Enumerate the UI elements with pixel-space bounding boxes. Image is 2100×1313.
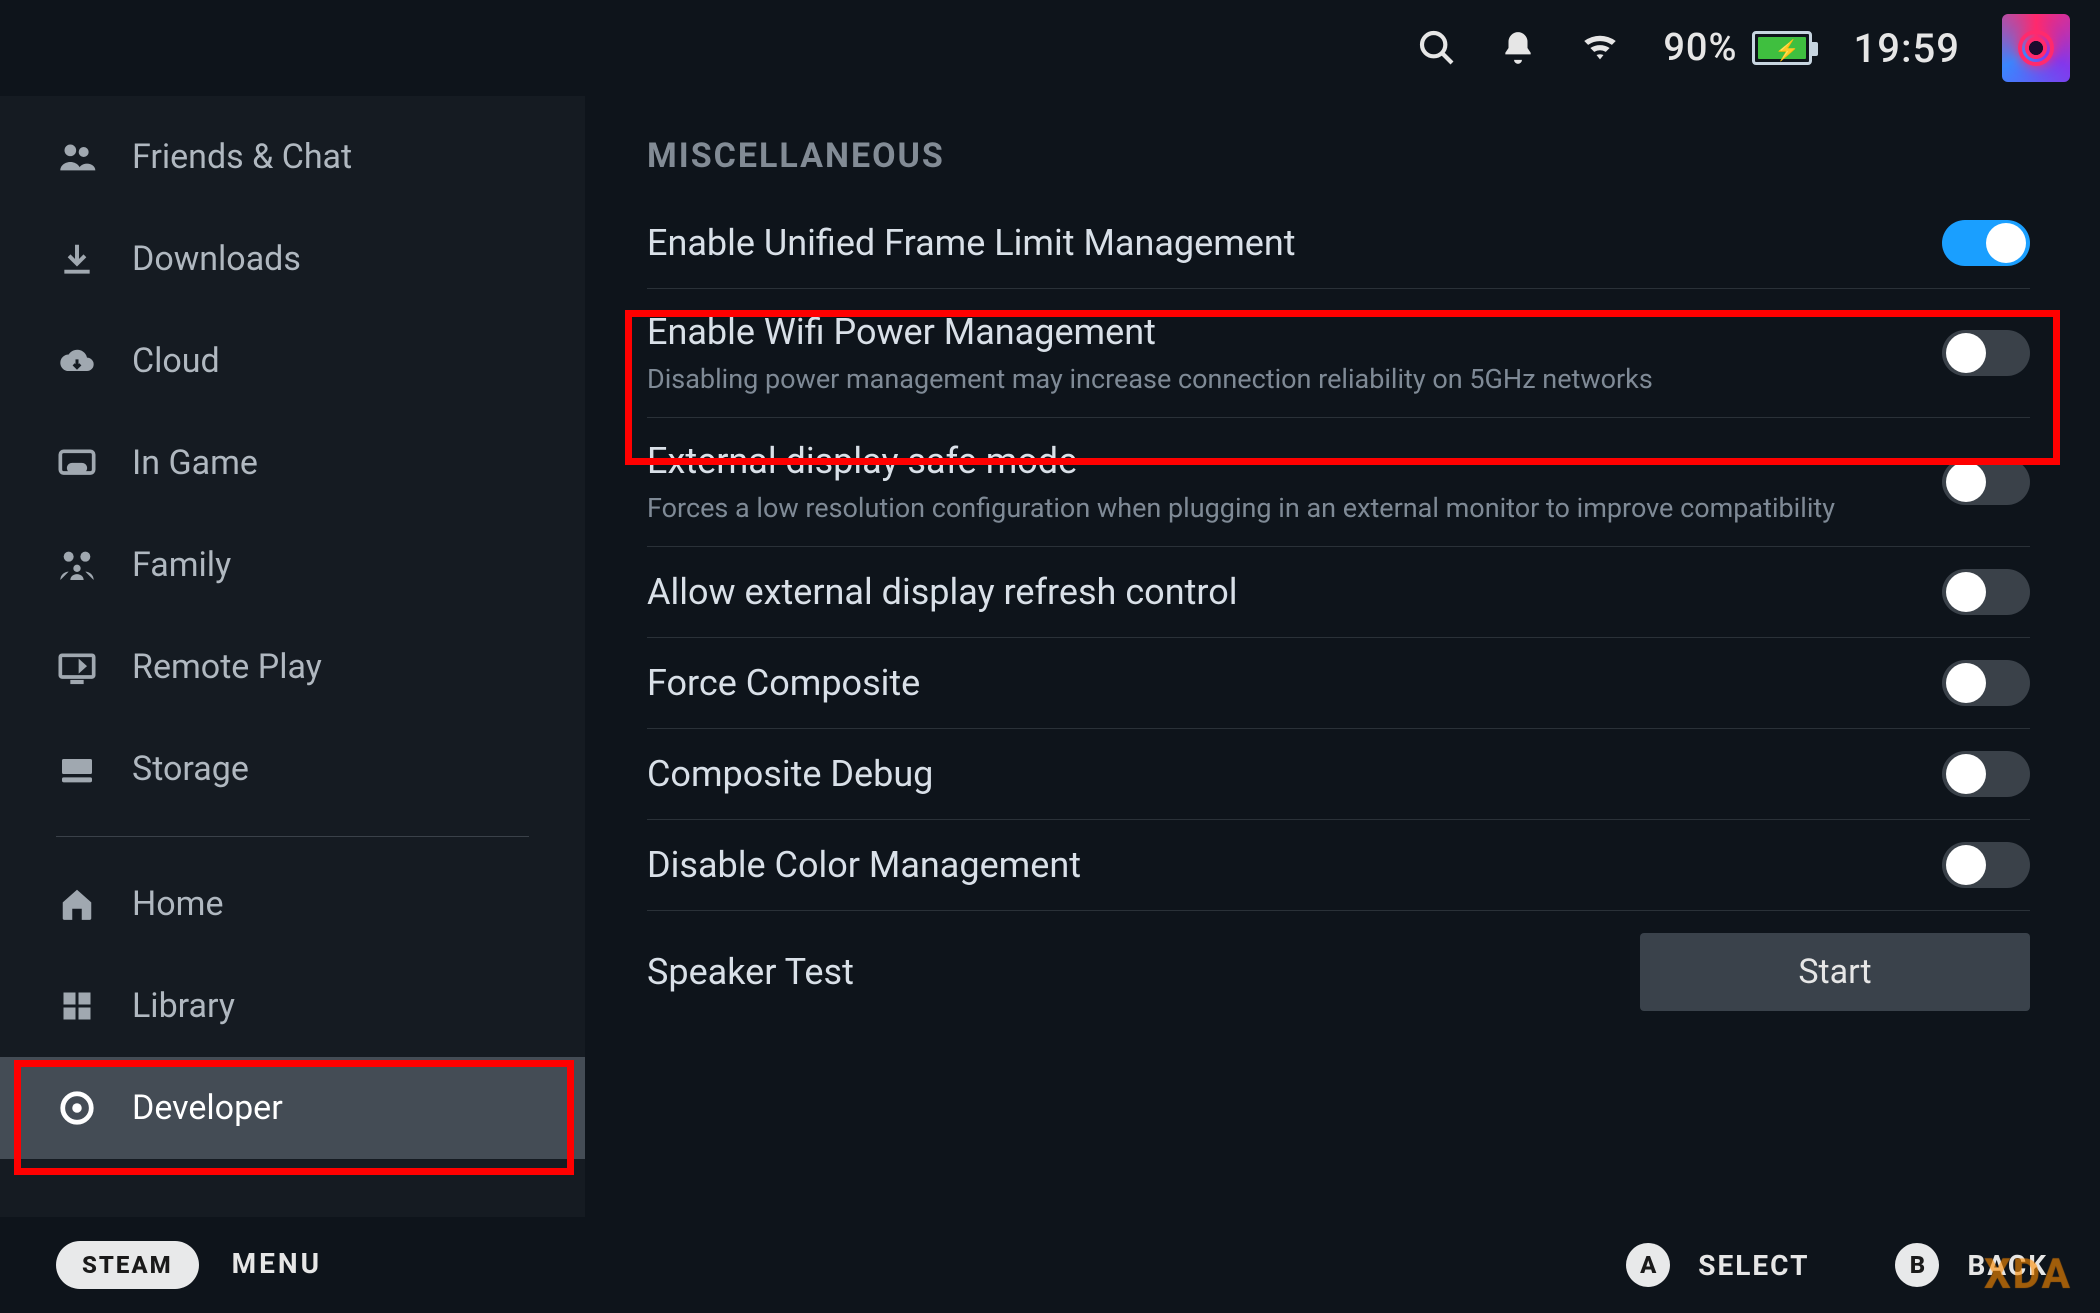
sidebar-item-label: Downloads — [132, 239, 301, 279]
setting-title: Composite Debug — [647, 753, 1912, 795]
footer-left: STEAM MENU — [56, 1241, 322, 1289]
speaker-test-row: Speaker Test Start — [647, 911, 2030, 1033]
friends-icon — [56, 136, 98, 178]
bell-icon[interactable] — [1499, 29, 1537, 67]
menu-label: MENU — [232, 1247, 322, 1280]
avatar[interactable] — [2002, 14, 2070, 82]
toggle-uflm[interactable] — [1942, 220, 2030, 266]
sidebar-item-cloud[interactable]: Cloud — [0, 310, 585, 412]
wifi-icon[interactable] — [1579, 27, 1621, 69]
setting-row-force-comp: Force Composite — [647, 638, 2030, 729]
setting-description: Disabling power management may increase … — [647, 363, 1912, 395]
family-icon — [56, 544, 98, 586]
cloud-icon — [56, 340, 98, 382]
search-icon[interactable] — [1417, 28, 1457, 68]
section-title: MISCELLANEOUS — [647, 136, 2030, 176]
setting-title: Enable Wifi Power Management — [647, 311, 1912, 353]
toggle-ext-safe[interactable] — [1942, 459, 2030, 505]
setting-title: External display safe mode — [647, 440, 1912, 482]
sidebar-item-label: Friends & Chat — [132, 137, 352, 177]
developer-icon — [56, 1087, 98, 1129]
settings-sidebar: Friends & Chat Downloads Cloud In Game F… — [0, 96, 585, 1217]
sidebar-item-friends-chat[interactable]: Friends & Chat — [0, 106, 585, 208]
toggle-comp-debug[interactable] — [1942, 751, 2030, 797]
sidebar-item-family[interactable]: Family — [0, 514, 585, 616]
setting-title: Allow external display refresh control — [647, 571, 1912, 613]
library-icon — [56, 985, 98, 1027]
download-icon — [56, 238, 98, 280]
settings-panel: MISCELLANEOUS Enable Unified Frame Limit… — [585, 96, 2100, 1217]
setting-row-uflm: Enable Unified Frame Limit Management — [647, 210, 2030, 289]
setting-row-dis-colmgmt: Disable Color Management — [647, 820, 2030, 911]
ingame-icon — [56, 442, 98, 484]
footer: STEAM MENU A SELECT B BACK — [0, 1217, 2100, 1313]
setting-row-ext-refresh: Allow external display refresh control — [647, 547, 2030, 638]
toggle-wifi-pm[interactable] — [1942, 330, 2030, 376]
setting-description: Forces a low resolution configuration wh… — [647, 492, 1912, 524]
sidebar-item-label: Remote Play — [132, 647, 322, 687]
battery-icon: ⚡ — [1752, 31, 1812, 65]
setting-row-comp-debug: Composite Debug — [647, 729, 2030, 820]
key-a-icon: A — [1626, 1243, 1670, 1287]
sidebar-separator — [56, 836, 529, 837]
home-icon — [56, 883, 98, 925]
sidebar-item-library[interactable]: Library — [0, 955, 585, 1057]
toggle-force-comp[interactable] — [1942, 660, 2030, 706]
sidebar-item-label: Family — [132, 545, 231, 585]
key-a-label: SELECT — [1698, 1249, 1809, 1282]
sidebar-item-label: Cloud — [132, 341, 220, 381]
toggle-dis-colmgmt[interactable] — [1942, 842, 2030, 888]
key-b-icon: B — [1895, 1243, 1939, 1287]
footer-right: A SELECT B BACK — [1626, 1243, 2048, 1287]
setting-row-wifi-pm: Enable Wifi Power Management Disabling po… — [647, 289, 2030, 418]
storage-icon — [56, 748, 98, 790]
sidebar-item-downloads[interactable]: Downloads — [0, 208, 585, 310]
battery-status: 90% ⚡ — [1663, 26, 1811, 70]
sidebar-item-in-game[interactable]: In Game — [0, 412, 585, 514]
key-b-label: BACK — [1967, 1249, 2048, 1282]
speaker-test-label: Speaker Test — [647, 951, 1610, 993]
setting-row-ext-safe: External display safe mode Forces a low r… — [647, 418, 2030, 547]
speaker-test-start-button[interactable]: Start — [1640, 933, 2030, 1011]
status-bar: 90% ⚡ 19:59 — [0, 0, 2100, 96]
setting-title: Enable Unified Frame Limit Management — [647, 222, 1912, 264]
setting-title: Force Composite — [647, 662, 1912, 704]
sidebar-item-remote-play[interactable]: Remote Play — [0, 616, 585, 718]
sidebar-item-label: Storage — [132, 749, 249, 789]
battery-percentage: 90% — [1663, 26, 1737, 70]
clock: 19:59 — [1854, 25, 1960, 72]
sidebar-item-developer[interactable]: Developer — [0, 1057, 585, 1159]
sidebar-item-label: Library — [132, 986, 235, 1026]
sidebar-item-label: In Game — [132, 443, 258, 483]
setting-title: Disable Color Management — [647, 844, 1912, 886]
toggle-ext-refresh[interactable] — [1942, 569, 2030, 615]
remote-play-icon — [56, 646, 98, 688]
sidebar-item-home[interactable]: Home — [0, 853, 585, 955]
sidebar-item-label: Developer — [132, 1088, 283, 1128]
sidebar-item-storage[interactable]: Storage — [0, 718, 585, 820]
steam-button[interactable]: STEAM — [56, 1241, 199, 1289]
sidebar-item-label: Home — [132, 884, 224, 924]
